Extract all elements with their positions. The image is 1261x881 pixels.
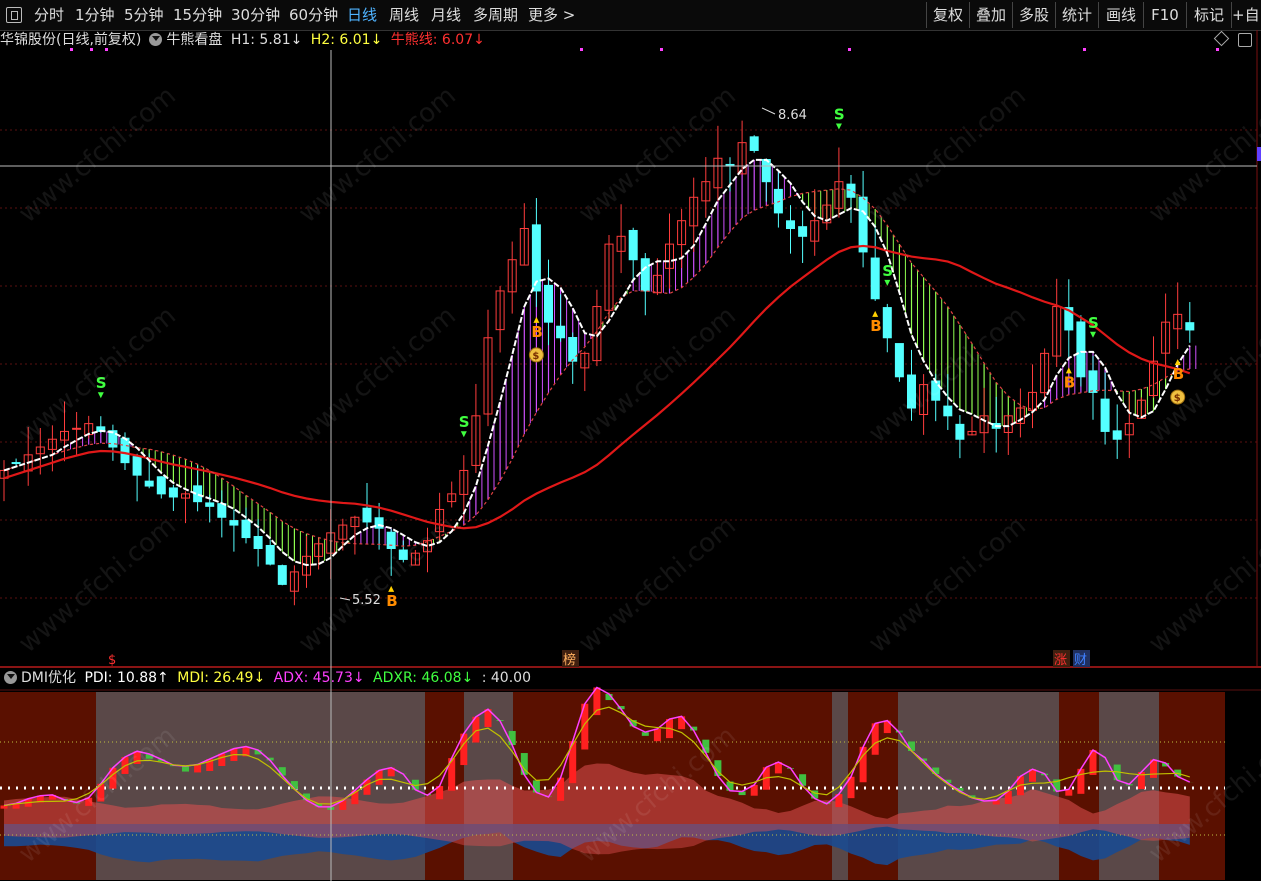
marker-dot [70,48,73,51]
candle-body [168,487,178,498]
candle-body [265,544,275,565]
candle-body [749,136,759,151]
marker-dot [105,48,108,51]
candle-body [1185,322,1195,331]
candle-body [773,188,783,214]
h2-line [3,188,1190,547]
grid-lines [0,30,1261,691]
dmi-zone [1159,692,1225,880]
candle-body [156,476,166,495]
event-mark: $ [108,653,116,668]
high-pointer [761,107,776,115]
candle-body [1100,398,1110,432]
candle-body [568,337,578,362]
marker-dot [90,48,93,51]
marker-dot [580,48,583,51]
candle-body [386,531,396,549]
trend-ribbon [57,159,1197,566]
candle-body [894,343,904,378]
marker-dot [1216,48,1219,51]
candle-body [144,480,154,487]
event-mark: 财 [1074,653,1087,668]
candle-body [786,220,795,230]
event-mark: 榜 [563,652,576,668]
candle-body [628,229,638,261]
buy-signal: B [1173,365,1184,383]
candle-body [1112,430,1122,440]
kline-chart[interactable]: S S S S S B B B B B $ $ 8.64 5.52 $ 榜 涨财 [0,0,1261,881]
candle-body [907,374,916,409]
sell-arrow-icon [460,431,467,438]
marker-dot [660,48,663,51]
chart-labels: 8.64 5.52 $ 榜 涨财 [108,107,1090,668]
candle-body [846,183,856,198]
sell-arrow-icon [1090,331,1096,338]
marker-dot [848,48,851,51]
money-symbol: $ [1174,393,1181,404]
high-price-label: 8.64 [778,108,807,123]
sell-arrow-icon [884,279,891,286]
buy-signal: B [531,323,542,341]
candle-body [120,437,130,464]
sell-signal: S [1088,314,1099,332]
candle-body [798,226,808,237]
price-cursor-tag [1257,147,1261,161]
candle-body [1076,321,1086,378]
candle-body [761,159,771,183]
sell-arrow-icon [835,123,842,130]
candle-body [870,257,880,300]
candlesticks [0,120,1195,606]
sell-signal: S [834,106,845,124]
buy-signal: B [386,592,397,610]
candle-body [640,258,650,292]
candle-body [241,519,251,539]
low-price-label: 5.52 [352,593,381,608]
candle-body [277,565,287,585]
candle-body [205,502,215,507]
buy-signal: B [1064,373,1075,391]
sell-signal: S [459,413,470,431]
candle-body [943,405,953,417]
sell-signal: S [96,374,107,392]
sell-signal: S [882,262,893,280]
sell-arrow-icon [97,392,104,399]
money-symbol: $ [532,351,539,362]
candle-body [229,520,239,526]
candle-body [362,507,372,523]
event-mark: 涨 [1054,653,1067,668]
marker-dot [1083,48,1086,51]
candle-body [882,307,892,339]
bull-bear-line [3,244,1191,530]
candle-body [955,423,965,440]
candle-body [544,284,553,323]
candle-body [556,325,566,339]
candle-body [132,456,142,476]
candle-body [11,462,21,465]
candle-body [217,503,227,518]
candle-body [398,549,408,560]
candle-body [72,427,82,430]
candle-body [253,536,263,549]
candle-body [858,196,868,253]
dmi-zone [0,692,96,880]
buy-signal: B [870,317,881,335]
candle-body [1088,370,1098,393]
candle-body [931,380,941,401]
